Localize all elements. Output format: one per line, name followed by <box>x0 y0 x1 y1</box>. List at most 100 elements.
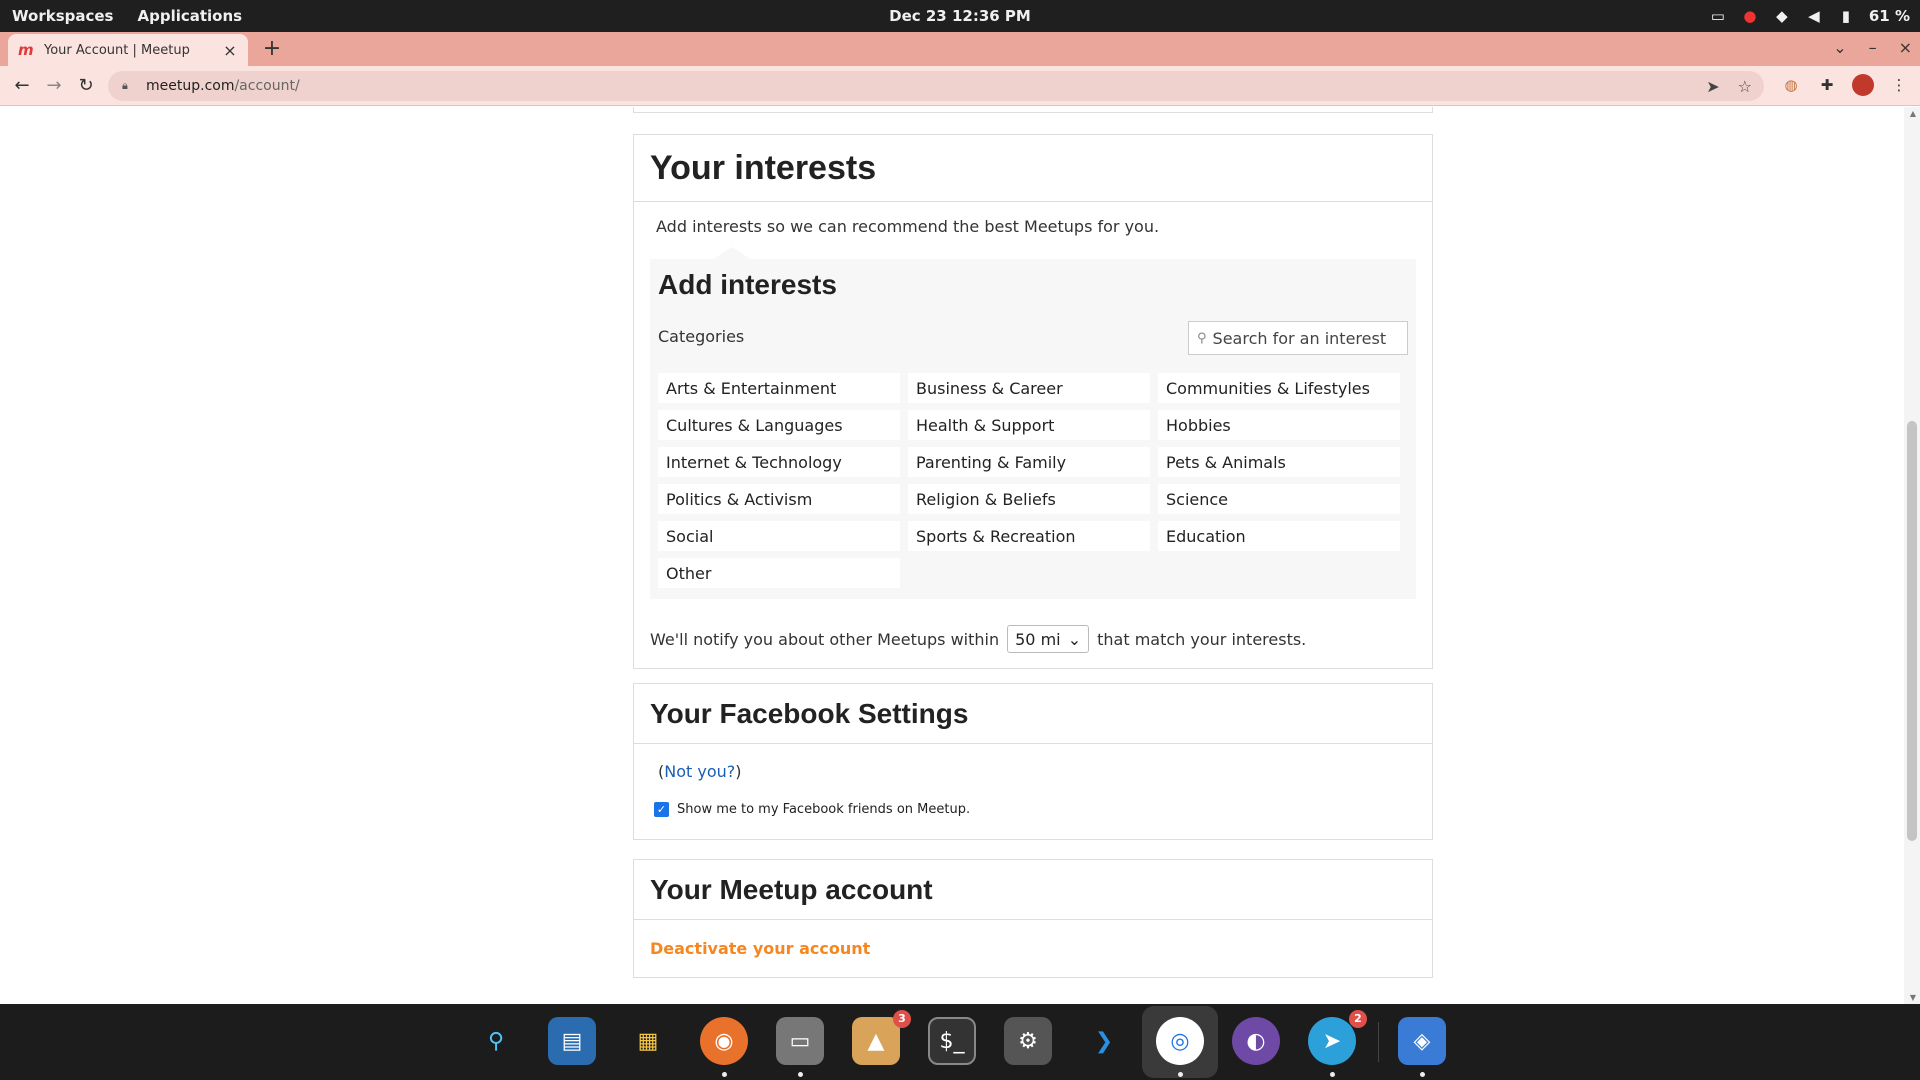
screen-icon[interactable]: ▭ <box>1709 7 1727 25</box>
meetup-account-title: Your Meetup account <box>650 873 933 905</box>
interests-title: Your interests <box>650 148 877 187</box>
previous-section-stub <box>633 107 1433 113</box>
search-icon: ⚲ <box>1197 330 1207 346</box>
category-item[interactable]: Hobbies <box>1158 410 1400 440</box>
category-item[interactable]: Health & Support <box>908 410 1150 440</box>
scroll-thumb[interactable] <box>1907 421 1917 841</box>
running-indicator <box>1420 1072 1425 1077</box>
files-icon[interactable]: ▭ <box>776 1017 824 1065</box>
chevron-down-icon: ⌄ <box>1067 629 1082 649</box>
page-scrollbar[interactable]: ▲ ▼ <box>1904 107 1920 1004</box>
running-indicator <box>722 1072 727 1077</box>
show-me-checkbox[interactable]: ✓ <box>654 802 669 817</box>
tab-your-account[interactable]: m Your Account | Meetup × <box>8 34 248 66</box>
deactivate-account-link[interactable]: Deactivate your account <box>650 939 870 958</box>
category-item[interactable]: Internet & Technology <box>658 447 900 477</box>
interests-section: Your interests Add interests so we can r… <box>633 134 1433 669</box>
archive-manager-icon[interactable]: ▲ <box>852 1017 900 1065</box>
interest-search-input[interactable]: ⚲ Search for an interest <box>1188 321 1408 355</box>
app-grid-icon[interactable]: ▦ <box>624 1017 672 1065</box>
applications-menu[interactable]: Applications <box>137 7 242 25</box>
category-grid: Arts & Entertainment Business & Career C… <box>658 373 1408 588</box>
url-host: meetup.com <box>146 78 235 94</box>
menu-kebab-icon[interactable]: ⋮ <box>1888 74 1910 96</box>
battery-percent[interactable]: 61 % <box>1869 7 1910 25</box>
add-interests-title: Add interests <box>658 269 837 300</box>
volume-icon[interactable]: ◀ <box>1805 7 1823 25</box>
close-tab-icon[interactable]: × <box>222 41 238 60</box>
browser-toolbar: ← → ↻ 🔒︎ meetup.com/account/ ➤ ☆ ◍ ✚ ⋮ <box>0 66 1920 106</box>
close-paren: ) <box>735 762 742 781</box>
terminal-icon[interactable]: $_ <box>928 1017 976 1065</box>
not-you-link[interactable]: Not you? <box>664 762 735 781</box>
search-app-icon[interactable]: ⚲ <box>472 1017 520 1065</box>
extension-icon[interactable]: ◍ <box>1780 74 1802 96</box>
telegram-icon[interactable]: ➤ <box>1308 1017 1356 1065</box>
bookmark-star-icon[interactable]: ☆ <box>1738 77 1752 96</box>
category-item[interactable]: Other <box>658 558 900 588</box>
system-top-bar: Workspaces Applications Dec 23 12:36 PM … <box>0 0 1920 32</box>
forward-button[interactable]: → <box>42 74 66 98</box>
show-me-label[interactable]: Show me to my Facebook friends on Meetup… <box>677 802 970 817</box>
extensions-puzzle-icon[interactable]: ✚ <box>1816 74 1838 96</box>
category-item[interactable]: Parenting & Family <box>908 447 1150 477</box>
category-item[interactable]: Religion & Beliefs <box>908 484 1150 514</box>
archive-badge: 3 <box>893 1010 911 1028</box>
facebook-settings-title: Your Facebook Settings <box>650 697 969 729</box>
category-item[interactable]: Science <box>1158 484 1400 514</box>
battery-icon[interactable]: ▮ <box>1837 7 1855 25</box>
category-item[interactable]: Business & Career <box>908 373 1150 403</box>
category-item[interactable]: Cultures & Languages <box>658 410 900 440</box>
chrome-tray-icon[interactable]: ● <box>1741 7 1759 25</box>
category-item[interactable]: Politics & Activism <box>658 484 900 514</box>
minimize-button[interactable]: – <box>1869 38 1877 57</box>
page-viewport: Your interests Add interests so we can r… <box>0 107 1920 1004</box>
firefox-icon[interactable]: ◉ <box>700 1017 748 1065</box>
clock[interactable]: Dec 23 12:36 PM <box>0 0 1920 32</box>
interests-intro: Add interests so we can recommend the be… <box>656 217 1160 236</box>
reload-button[interactable]: ↻ <box>74 74 98 98</box>
wifi-icon[interactable]: ◆ <box>1773 7 1791 25</box>
add-interests-panel: Add interests Categories ⚲ Search for an… <box>650 259 1416 599</box>
category-item[interactable]: Communities & Lifestyles <box>1158 373 1400 403</box>
chrome-icon[interactable]: ◎ <box>1156 1017 1204 1065</box>
meetup-favicon-icon: m <box>18 41 34 59</box>
category-item[interactable]: Arts & Entertainment <box>658 373 900 403</box>
show-me-option: ✓ Show me to my Facebook friends on Meet… <box>654 802 970 817</box>
tab-title: Your Account | Meetup <box>44 42 190 58</box>
workspaces-menu[interactable]: Workspaces <box>12 7 113 25</box>
url-path: /account/ <box>234 78 300 94</box>
tab-search-icon[interactable]: ⌄ <box>1833 38 1846 57</box>
send-icon[interactable]: ➤ <box>1706 77 1719 96</box>
github-desktop-icon[interactable]: ◐ <box>1232 1017 1280 1065</box>
browser-tab-strip: m Your Account | Meetup × + ⌄ – × <box>0 32 1920 66</box>
category-item[interactable]: Education <box>1158 521 1400 551</box>
dock-separator <box>1378 1022 1379 1062</box>
image-viewer-icon[interactable]: ◈ <box>1398 1017 1446 1065</box>
new-tab-button[interactable]: + <box>260 38 284 62</box>
category-item[interactable]: Pets & Animals <box>1158 447 1400 477</box>
scroll-up-icon[interactable]: ▲ <box>1910 109 1916 118</box>
meetup-account-section: Your Meetup account Deactivate your acco… <box>633 859 1433 978</box>
lock-icon[interactable]: 🔒︎ <box>122 79 136 93</box>
back-button[interactable]: ← <box>10 74 34 98</box>
window-manager-icon[interactable]: ▤ <box>548 1017 596 1065</box>
close-window-button[interactable]: × <box>1899 38 1912 57</box>
panel-notch <box>714 247 750 259</box>
notify-suffix: that match your interests. <box>1097 629 1307 649</box>
notify-prefix: We'll notify you about other Meetups wit… <box>650 629 1000 649</box>
radius-value: 50 mi <box>1015 629 1061 649</box>
vscode-icon[interactable]: ❯ <box>1080 1017 1128 1065</box>
address-bar[interactable]: 🔒︎ meetup.com/account/ ➤ ☆ <box>108 71 1764 101</box>
categories-label: Categories <box>658 327 745 346</box>
scroll-down-icon[interactable]: ▼ <box>1910 993 1916 1002</box>
profile-avatar[interactable] <box>1852 74 1874 96</box>
category-item[interactable]: Social <box>658 521 900 551</box>
running-indicator <box>798 1072 803 1077</box>
not-you-row: (Not you?) <box>658 762 742 781</box>
category-item[interactable]: Sports & Recreation <box>908 521 1150 551</box>
settings-gear-icon[interactable]: ⚙ <box>1004 1017 1052 1065</box>
notify-row: We'll notify you about other Meetups wit… <box>650 625 1306 653</box>
radius-select[interactable]: 50 mi ⌄ <box>1007 625 1090 653</box>
facebook-settings-section: Your Facebook Settings (Not you?) ✓ Show… <box>633 683 1433 840</box>
